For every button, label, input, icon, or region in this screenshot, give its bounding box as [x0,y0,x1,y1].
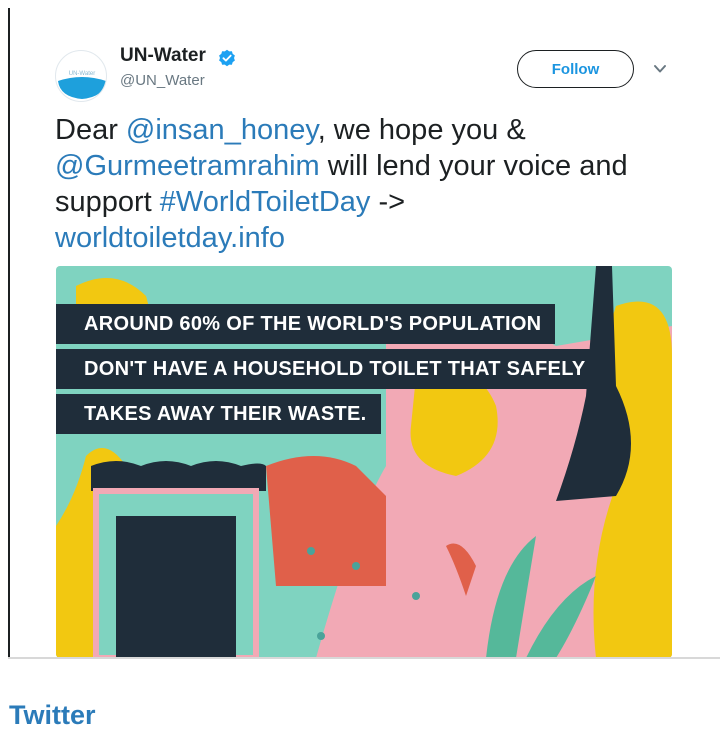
divider-bottom [8,657,720,659]
tweet-text-line-3: support #WorldToiletDay -> [55,184,695,220]
text-segment: -> [370,186,406,218]
display-name[interactable]: UN-Water [120,45,206,67]
hashtag-link[interactable]: #WorldToiletDay [160,186,371,218]
source-link-twitter[interactable]: Twitter [9,700,96,731]
mention-link[interactable]: @insan_honey [126,114,318,146]
url-link[interactable]: worldtoiletday.info [55,222,285,254]
text-segment: support [55,186,160,218]
tweet-card: UN-Water UN-Water @UN_Water Follow Dear … [0,0,720,665]
chevron-down-icon[interactable] [652,62,668,76]
banner-line-3: TAKES AWAY THEIR WASTE. [56,394,381,434]
banner-line-1: AROUND 60% OF THE WORLD'S POPULATION [56,304,556,344]
user-handle[interactable]: @UN_Water [120,72,205,89]
tweet-text-line-1: Dear @insan_honey, we hope you & [55,112,695,148]
verified-badge-icon [219,49,235,67]
banner-line-2: DON'T HAVE A HOUSEHOLD TOILET THAT SAFEL… [56,349,600,389]
follow-button[interactable]: Follow [517,50,634,88]
avatar[interactable]: UN-Water [55,50,107,102]
text-segment: Dear [55,114,126,146]
mention-link[interactable]: @Gurmeetramrahim [55,150,320,182]
text-segment: will lend your voice and [319,150,628,182]
avatar-logo-text: UN-Water [69,71,95,77]
divider-left [8,8,10,658]
tweet-text-line-4: worldtoiletday.info [55,220,695,256]
text-segment: , we hope you & [317,114,526,146]
tweet-media-image[interactable]: AROUND 60% OF THE WORLD'S POPULATION DON… [56,266,672,658]
tweet-text: Dear @insan_honey, we hope you & @Gurmee… [55,112,695,256]
tweet-text-line-2: @Gurmeetramrahim will lend your voice an… [55,148,695,184]
